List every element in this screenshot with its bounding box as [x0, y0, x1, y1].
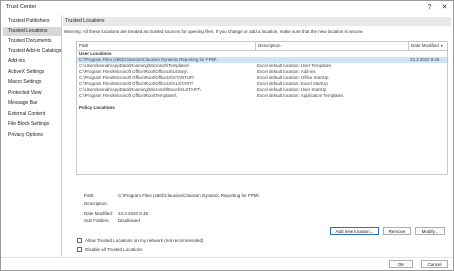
row-description: Excel default location: Application Temp…: [257, 93, 344, 98]
section-title: Trusted Locations: [63, 17, 451, 26]
detail-subfolders-value: Disallowed: [118, 218, 140, 223]
cancel-button[interactable]: Cancel: [421, 260, 448, 268]
sidebar-item-macro-settings[interactable]: Macro Settings: [3, 78, 61, 87]
sidebar-item-trusted-documents[interactable]: Trusted Documents: [3, 37, 61, 46]
help-icon[interactable]: ?: [425, 3, 434, 12]
sidebar-item-protected-view[interactable]: Protected View: [3, 89, 61, 98]
policy-locations-label: Policy Locations: [79, 105, 115, 110]
sort-arrow-icon: ▼: [440, 44, 444, 48]
remove-button[interactable]: Remove: [383, 227, 411, 235]
user-locations-label: User Locations: [79, 51, 112, 56]
close-icon[interactable]: ✕: [440, 3, 449, 12]
window-title: Trust Center: [6, 4, 37, 10]
sidebar-item-privacy-options[interactable]: Privacy Options: [3, 131, 61, 140]
warning-text: Warning: All these locations are treated…: [64, 29, 364, 34]
detail-path-label: Path:: [84, 193, 95, 198]
allow-network-label: Allow Trusted Locations on my network (n…: [85, 238, 204, 243]
main-panel: Trusted Locations Warning: All these loc…: [62, 15, 452, 257]
table-row[interactable]: C:\Program Files\Microsoft Office\Root\T…: [77, 93, 447, 99]
sidebar: Trusted Publishers Trusted Locations Tru…: [3, 15, 62, 257]
column-header-description[interactable]: Description: [256, 42, 408, 50]
sidebar-item-file-block-settings[interactable]: File Block Settings: [3, 120, 61, 129]
trust-center-dialog: Trust Center ? ✕ Trusted Publishers Trus…: [0, 0, 454, 271]
ok-button[interactable]: OK: [389, 260, 413, 268]
column-header-date-modified[interactable]: Date Modified: [409, 42, 441, 50]
sidebar-item-message-bar[interactable]: Message Bar: [3, 99, 61, 108]
disable-all-label: Disable all Trusted Locations: [85, 247, 143, 252]
detail-subfolders-label: Sub Folders:: [84, 218, 110, 223]
allow-network-checkbox-row[interactable]: Allow Trusted Locations on my network (n…: [77, 237, 204, 244]
table-header: Path Description Date Modified ▼: [77, 42, 447, 51]
sidebar-item-trusted-publishers[interactable]: Trusted Publishers: [3, 17, 61, 26]
sidebar-item-trusted-locations[interactable]: Trusted Locations: [3, 27, 61, 36]
footer-divider: [1, 257, 453, 258]
title-bar: Trust Center ? ✕: [1, 1, 453, 14]
column-header-path[interactable]: Path: [77, 42, 255, 50]
detail-description-label: Description:: [84, 201, 108, 206]
sidebar-item-trusted-add-in-catalogs[interactable]: Trusted Add-in Catalogs: [3, 47, 61, 56]
detail-path-value: C:\Program Files (x86)\Clausion\Clausion…: [118, 193, 259, 198]
disable-all-checkbox[interactable]: [77, 247, 82, 253]
allow-network-checkbox[interactable]: [77, 238, 82, 244]
sidebar-item-external-content[interactable]: External Content: [3, 110, 61, 119]
sidebar-item-activex-settings[interactable]: ActiveX Settings: [3, 68, 61, 77]
add-new-location-button[interactable]: Add new location...: [330, 227, 379, 235]
modify-button[interactable]: Modify...: [415, 227, 445, 235]
detail-date-value: 23.3.2020 8.45: [118, 211, 149, 216]
sidebar-item-add-ins[interactable]: Add-ins: [3, 57, 61, 66]
detail-date-label: Date Modified:: [84, 211, 114, 216]
disable-all-checkbox-row[interactable]: Disable all Trusted Locations: [77, 246, 143, 253]
row-path: C:\Program Files\Microsoft Office\Root\T…: [79, 93, 177, 98]
trusted-locations-table: Path Description Date Modified ▼ User Lo…: [76, 41, 448, 175]
